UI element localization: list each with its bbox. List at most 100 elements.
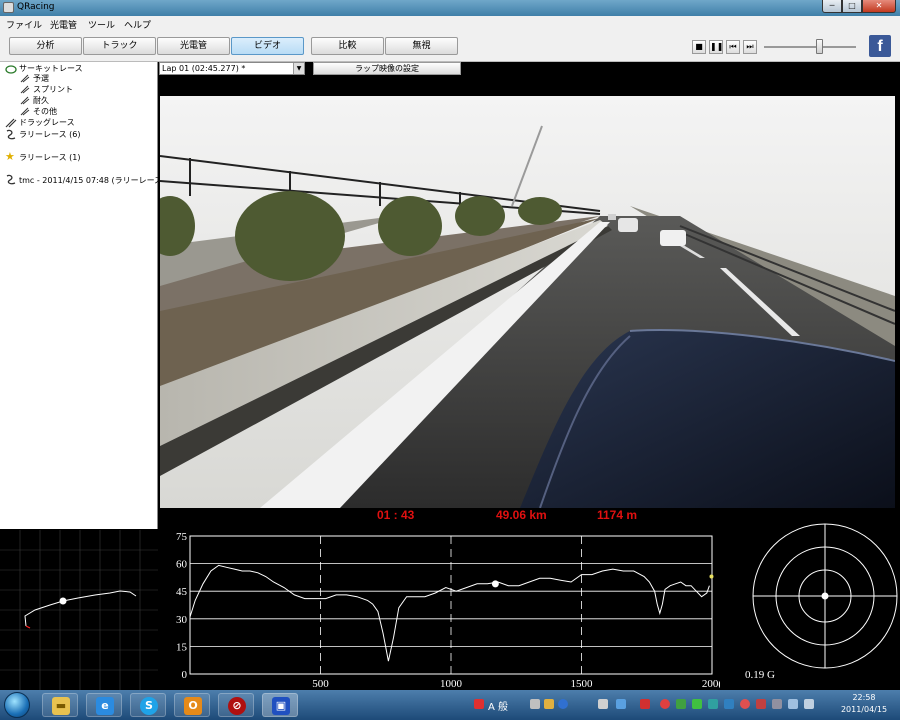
taskbar-skype[interactable]: S	[130, 693, 166, 717]
tree-item-drag[interactable]: ドラッグレース	[19, 117, 75, 128]
position-readout: 1174 m	[597, 508, 638, 522]
track-path	[24, 590, 137, 627]
ie-icon: e	[96, 697, 114, 715]
distance-readout: 49.06 km	[496, 508, 547, 522]
rally-icon	[6, 129, 16, 140]
tray-network2-icon[interactable]	[804, 699, 814, 709]
taskbar-outlook[interactable]: O	[174, 693, 210, 717]
tray-record-icon[interactable]	[660, 699, 670, 709]
ime-indicator[interactable]: A 般	[488, 698, 508, 713]
tray-display-icon[interactable]	[708, 699, 718, 709]
x-tick-label: 1500	[571, 678, 594, 690]
taskbar: ▬ e S O ⊘ ▣ A 般 22:58 2011/04/15	[0, 690, 900, 720]
maximize-button[interactable]: □	[842, 0, 862, 13]
next-button[interactable]: ⏭	[743, 40, 757, 54]
tree-item-rally-favorite[interactable]: ラリーレース (1)	[19, 152, 80, 163]
tab-video[interactable]: ビデオ	[231, 37, 304, 55]
volume-slider-track[interactable]	[764, 46, 856, 48]
speed-chart[interactable]: 0 15 30 45 60 75 500 1000 1500 200(	[160, 526, 722, 690]
taskbar-qracing[interactable]: ▣	[262, 693, 298, 717]
start-button[interactable]	[4, 692, 30, 718]
close-button[interactable]: ✕	[862, 0, 896, 13]
clock[interactable]: 22:58 2011/04/15	[830, 692, 898, 716]
y-tick-label: 0	[182, 669, 188, 681]
flag-icon	[20, 85, 30, 94]
tray-alert-icon[interactable]	[474, 699, 484, 709]
lap-time-readout: 01 : 43	[377, 508, 415, 522]
title-bar: QRacing ─ □ ✕	[0, 0, 900, 16]
track-minimap	[0, 530, 158, 690]
g-value: 0.19 G	[745, 669, 775, 681]
tab-ignore[interactable]: 無視	[385, 37, 458, 55]
tree-item-rally[interactable]: ラリーレース (6)	[19, 129, 80, 140]
tray-help-icon[interactable]	[558, 699, 568, 709]
skype-icon: S	[140, 697, 158, 715]
tab-photo-gate[interactable]: 光電管	[157, 37, 230, 55]
tab-compare[interactable]: 比較	[311, 37, 384, 55]
tree-item-other[interactable]: その他	[33, 106, 57, 117]
taskbar-ie[interactable]: e	[86, 693, 122, 717]
g-force-dot	[821, 592, 829, 600]
drag-race-icon	[5, 118, 17, 128]
prev-button[interactable]: ⏮	[726, 40, 740, 54]
tab-analysis[interactable]: 分析	[9, 37, 82, 55]
car-position-marker	[59, 597, 67, 605]
tab-track[interactable]: トラック	[83, 37, 156, 55]
lap-video-settings-button[interactable]: ラップ映像の設定	[313, 62, 461, 75]
pause-button[interactable]: ❚❚	[709, 40, 723, 54]
x-tick-label: 200(	[702, 678, 720, 690]
y-tick-label: 30	[176, 614, 188, 626]
circuit-icon	[5, 65, 17, 74]
tray-power-icon[interactable]	[772, 699, 782, 709]
flag-icon	[20, 74, 30, 83]
g-meter	[740, 520, 900, 692]
taskbar-app-ban[interactable]: ⊘	[218, 693, 254, 717]
tree-item-session[interactable]: tmc - 2011/4/15 07:48 (ラリーレース)	[19, 175, 165, 186]
y-tick-label: 45	[176, 586, 188, 598]
video-player[interactable]	[160, 96, 895, 508]
menu-photo-gate[interactable]: 光電管	[50, 18, 77, 31]
tray-security-icon[interactable]	[640, 699, 650, 709]
app-icon	[3, 2, 14, 13]
speed-chart-svg: 0 15 30 45 60 75 500 1000 1500 200(	[176, 531, 722, 690]
taskbar-explorer[interactable]: ▬	[42, 693, 78, 717]
x-tick-label: 500	[312, 678, 329, 690]
tray-monitor-icon[interactable]	[676, 699, 686, 709]
tray-green-icon[interactable]	[692, 699, 702, 709]
menu-file[interactable]: ファイル	[6, 18, 42, 31]
tray-pen-icon[interactable]	[598, 699, 608, 709]
facebook-icon[interactable]: f	[869, 35, 891, 57]
y-tick-label: 60	[176, 559, 188, 571]
star-icon: ★	[5, 150, 15, 163]
g-meter-svg	[752, 523, 898, 669]
tree-item-endurance[interactable]: 耐久	[33, 95, 49, 106]
menu-bar: ファイル 光電管 ツール ヘルプ	[0, 16, 900, 32]
tray-update-icon[interactable]	[740, 699, 750, 709]
stop-button[interactable]: ■	[692, 40, 706, 54]
rally-icon	[6, 174, 16, 185]
menu-tools[interactable]: ツール	[88, 18, 115, 31]
tray-bluetooth-icon[interactable]	[724, 699, 734, 709]
lap-select[interactable]: Lap 01 (02:45.277) * ▼	[159, 62, 305, 75]
tree-item-circuit[interactable]: サーキットレース	[19, 63, 83, 74]
tray-folder-icon[interactable]	[544, 699, 554, 709]
tree-item-sprint[interactable]: スプリント	[33, 84, 73, 95]
tray-antivirus-icon[interactable]	[756, 699, 766, 709]
clock-date: 2011/04/15	[840, 705, 888, 714]
y-tick-label: 15	[176, 641, 188, 653]
tray-keyboard-icon[interactable]	[530, 699, 540, 709]
chevron-down-icon[interactable]: ▼	[293, 63, 304, 74]
clock-time: 22:58	[852, 693, 876, 702]
flag-icon	[20, 96, 30, 105]
ban-icon: ⊘	[228, 697, 246, 715]
volume-slider-thumb[interactable]	[816, 39, 823, 54]
qracing-icon: ▣	[272, 697, 290, 715]
tray-network-icon[interactable]	[616, 699, 626, 709]
track-map-svg	[0, 530, 158, 690]
y-tick-label: 75	[176, 531, 188, 543]
tray-volume-icon[interactable]	[788, 699, 798, 709]
menu-help[interactable]: ヘルプ	[124, 18, 151, 31]
minimize-button[interactable]: ─	[822, 0, 842, 13]
video-frame	[160, 96, 895, 508]
tree-item-qualify[interactable]: 予選	[33, 73, 49, 84]
